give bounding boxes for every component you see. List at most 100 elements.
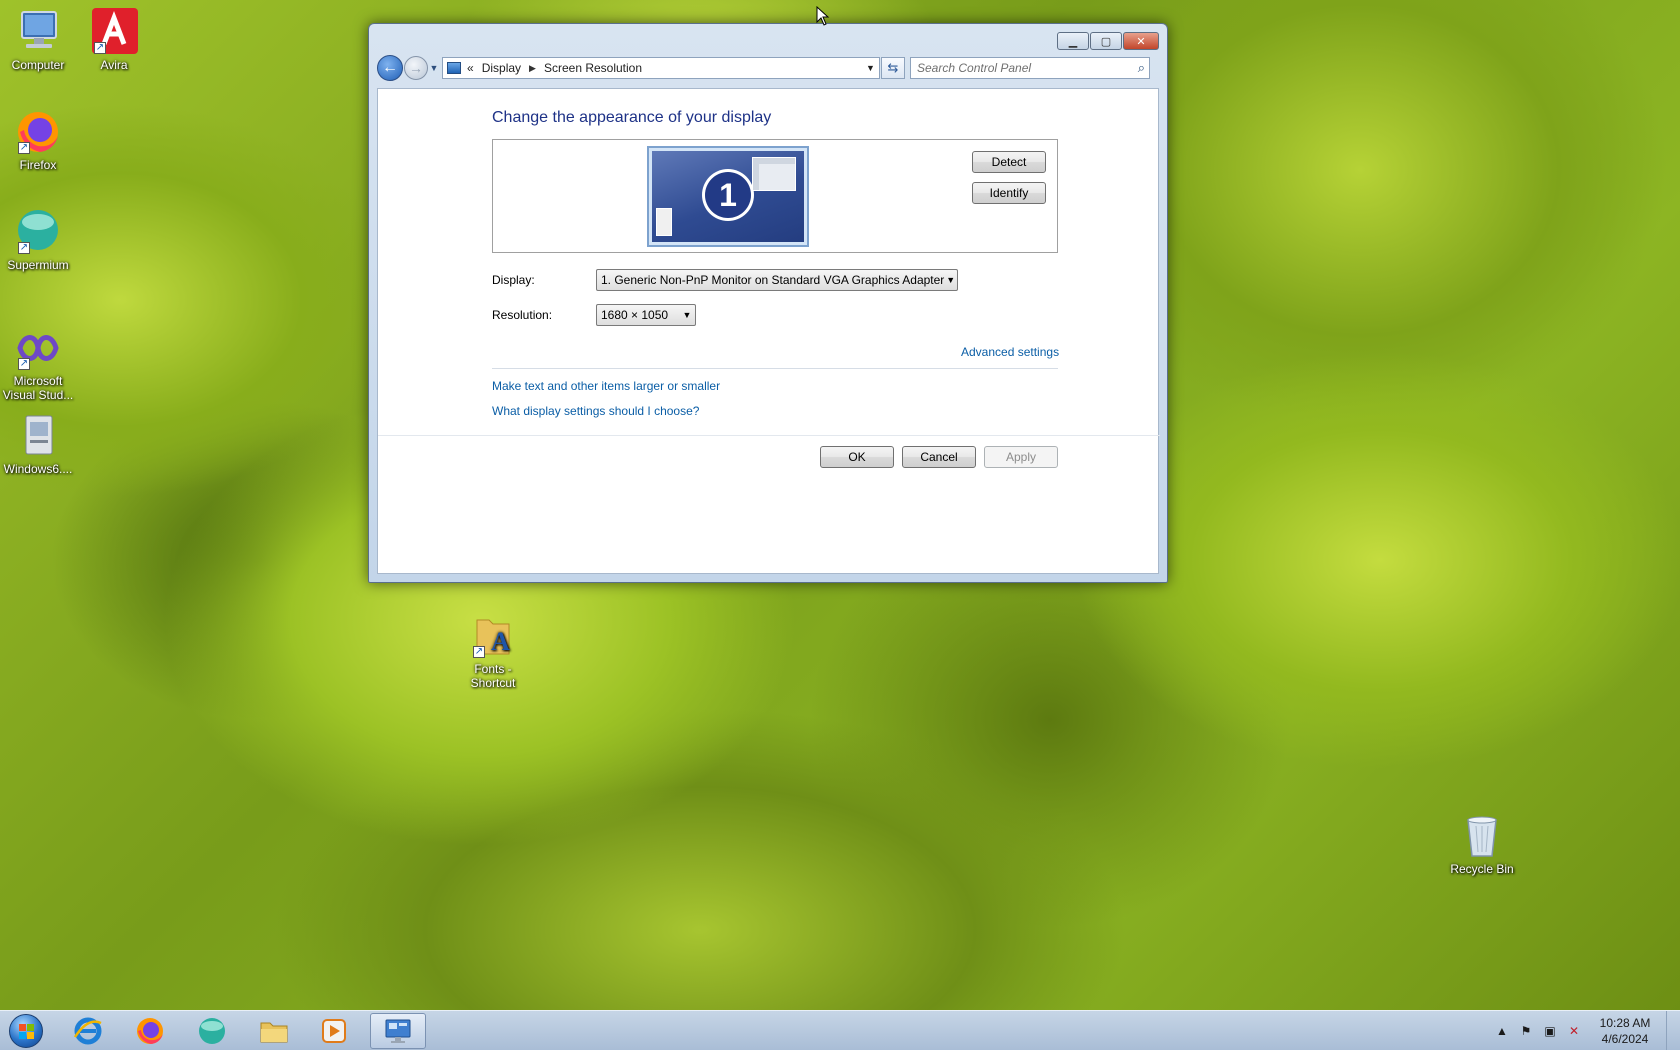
detect-button[interactable]: Detect [972, 151, 1046, 173]
shortcut-arrow-icon: ↗ [18, 242, 30, 254]
display-select-value: 1. Generic Non-PnP Monitor on Standard V… [601, 273, 945, 287]
fonts-folder-icon: A ↗ [469, 612, 517, 660]
desktop-icon-label: Supermium [7, 258, 69, 272]
resolution-select[interactable]: 1680 × 1050 ▼ [596, 304, 696, 326]
monitor-1-thumbnail[interactable]: 1 [647, 146, 809, 247]
address-dropdown-button[interactable]: ▼ [861, 58, 879, 78]
taskbar-file-explorer[interactable] [246, 1013, 302, 1049]
preview-gadget-icon [656, 208, 672, 236]
monitor-arrangement-panel: 1 Detect Identify [492, 139, 1058, 253]
forward-button[interactable]: → [404, 56, 428, 80]
start-button[interactable] [4, 1012, 48, 1050]
maximize-icon: ▢ [1100, 35, 1112, 48]
close-button[interactable]: ✕ [1123, 32, 1159, 50]
dropdown-arrow-icon: ▼ [946, 275, 956, 285]
desktop-icon-label: Computer [11, 58, 65, 72]
desktop-icon-label: Avira [100, 58, 128, 72]
avira-icon: ↗ [90, 8, 138, 56]
desktop-icon-visual-studio[interactable]: ↗ Microsoft Visual Stud... [0, 324, 76, 402]
minimize-icon: ▁ [1068, 35, 1078, 48]
advanced-settings-link[interactable]: Advanced settings [961, 345, 1059, 359]
cancel-button[interactable]: Cancel [902, 446, 976, 468]
back-arrow-icon: ← [382, 59, 398, 76]
search-box[interactable]: ⌕ [910, 57, 1150, 79]
dropdown-arrow-icon: ▼ [682, 310, 692, 320]
address-bar[interactable]: « Display ▶ Screen Resolution ▼ [442, 57, 880, 79]
divider [492, 368, 1058, 369]
installer-icon [14, 412, 62, 460]
desktop-icon-fonts-shortcut[interactable]: A ↗ Fonts - Shortcut [455, 612, 531, 690]
content-area: Change the appearance of your display 1 … [377, 88, 1160, 574]
firefox-icon [137, 1018, 163, 1044]
clock[interactable]: 10:28 AM 4/6/2024 [1590, 1015, 1660, 1047]
chevron-down-icon: ▼ [429, 63, 439, 73]
monitor-number-badge: 1 [702, 169, 754, 221]
forward-arrow-icon: → [409, 60, 423, 76]
refresh-icon: ⇆ [887, 60, 899, 75]
breadcrumb-separator-icon[interactable]: ▶ [529, 63, 536, 74]
taskbar-control-panel[interactable] [370, 1013, 426, 1049]
page-title: Change the appearance of your display [492, 109, 772, 126]
desktop-icon-label: Windows6.... [3, 462, 73, 476]
apply-button[interactable]: Apply [984, 446, 1058, 468]
shortcut-arrow-icon: ↗ [18, 358, 30, 370]
desktop-icon-label: Firefox [19, 158, 57, 172]
internet-explorer-icon [73, 1017, 102, 1045]
desktop-icon-recycle-bin[interactable]: Recycle Bin [1444, 812, 1520, 876]
chevron-down-icon: ▼ [866, 63, 875, 73]
desktop-icon-supermium[interactable]: ↗ Supermium [0, 208, 76, 272]
resolution-label: Resolution: [492, 308, 553, 322]
taskbar-internet-explorer[interactable] [60, 1013, 116, 1049]
breadcrumb-display[interactable]: Display [482, 61, 521, 75]
ok-button[interactable]: OK [820, 446, 894, 468]
refresh-button[interactable]: ⇆ [881, 57, 905, 79]
desktop-icon-installer[interactable]: Windows6.... [0, 412, 76, 476]
close-icon: ✕ [1136, 35, 1146, 48]
taskbar: ▲ ⚑ ▣ ✕ 10:28 AM 4/6/2024 [0, 1010, 1680, 1050]
display-settings-help-link[interactable]: What display settings should I choose? [492, 404, 699, 418]
identify-button[interactable]: Identify [972, 182, 1046, 204]
supermium-icon: ↗ [14, 208, 62, 256]
back-button[interactable]: ← [377, 55, 403, 81]
clock-date: 4/6/2024 [1601, 1032, 1649, 1046]
firefox-icon: ↗ [14, 108, 62, 156]
text-size-link[interactable]: Make text and other items larger or smal… [492, 379, 720, 393]
monitor-screen-preview: 1 [652, 151, 804, 242]
volume-muted-icon[interactable]: ✕ [1565, 1022, 1583, 1040]
desktop-icon-label: Microsoft Visual Stud... [2, 374, 74, 402]
action-center-flag-icon[interactable]: ⚑ [1517, 1022, 1535, 1040]
shortcut-arrow-icon: ↗ [94, 42, 106, 54]
desktop-icon-avira[interactable]: ↗ Avira [76, 8, 152, 72]
taskbar-media-player[interactable] [306, 1013, 362, 1049]
show-hidden-icons-icon[interactable]: ▲ [1493, 1022, 1511, 1040]
network-icon[interactable]: ▣ [1541, 1022, 1559, 1040]
screen-resolution-window[interactable]: ▁ ▢ ✕ ← → ▼ « Display ▶ Screen Resolutio… [368, 23, 1168, 583]
visual-studio-icon: ↗ [14, 324, 62, 372]
desktop-icon-label: Recycle Bin [1450, 862, 1514, 876]
search-input[interactable] [917, 61, 1138, 75]
show-desktop-button[interactable] [1666, 1011, 1680, 1050]
search-icon[interactable]: ⌕ [1138, 60, 1145, 76]
shortcut-arrow-icon: ↗ [18, 142, 30, 154]
recycle-bin-icon [1458, 812, 1506, 860]
breadcrumb-screen-resolution[interactable]: Screen Resolution [544, 61, 642, 75]
desktop-icon-computer[interactable]: Computer [0, 8, 76, 72]
display-select[interactable]: 1. Generic Non-PnP Monitor on Standard V… [596, 269, 958, 291]
control-panel-icon [385, 1019, 411, 1043]
desktop-icon-firefox[interactable]: ↗ Firefox [0, 108, 76, 172]
media-player-icon [322, 1019, 346, 1043]
breadcrumb-overflow[interactable]: « [467, 61, 474, 75]
shortcut-arrow-icon: ↗ [473, 646, 485, 658]
control-panel-icon [447, 62, 461, 74]
recent-pages-dropdown[interactable]: ▼ [428, 63, 440, 73]
minimize-button[interactable]: ▁ [1057, 32, 1089, 50]
divider [378, 435, 1160, 436]
navigation-bar: ← → ▼ « Display ▶ Screen Resolution ▼ ⇆ … [377, 54, 1159, 82]
resolution-select-value: 1680 × 1050 [601, 308, 669, 322]
supermium-icon [199, 1018, 225, 1044]
taskbar-supermium[interactable] [184, 1013, 240, 1049]
maximize-button[interactable]: ▢ [1090, 32, 1122, 50]
taskbar-firefox[interactable] [122, 1013, 178, 1049]
clock-time: 10:28 AM [1599, 1016, 1651, 1030]
caption-buttons: ▁ ▢ ✕ [1057, 32, 1159, 50]
